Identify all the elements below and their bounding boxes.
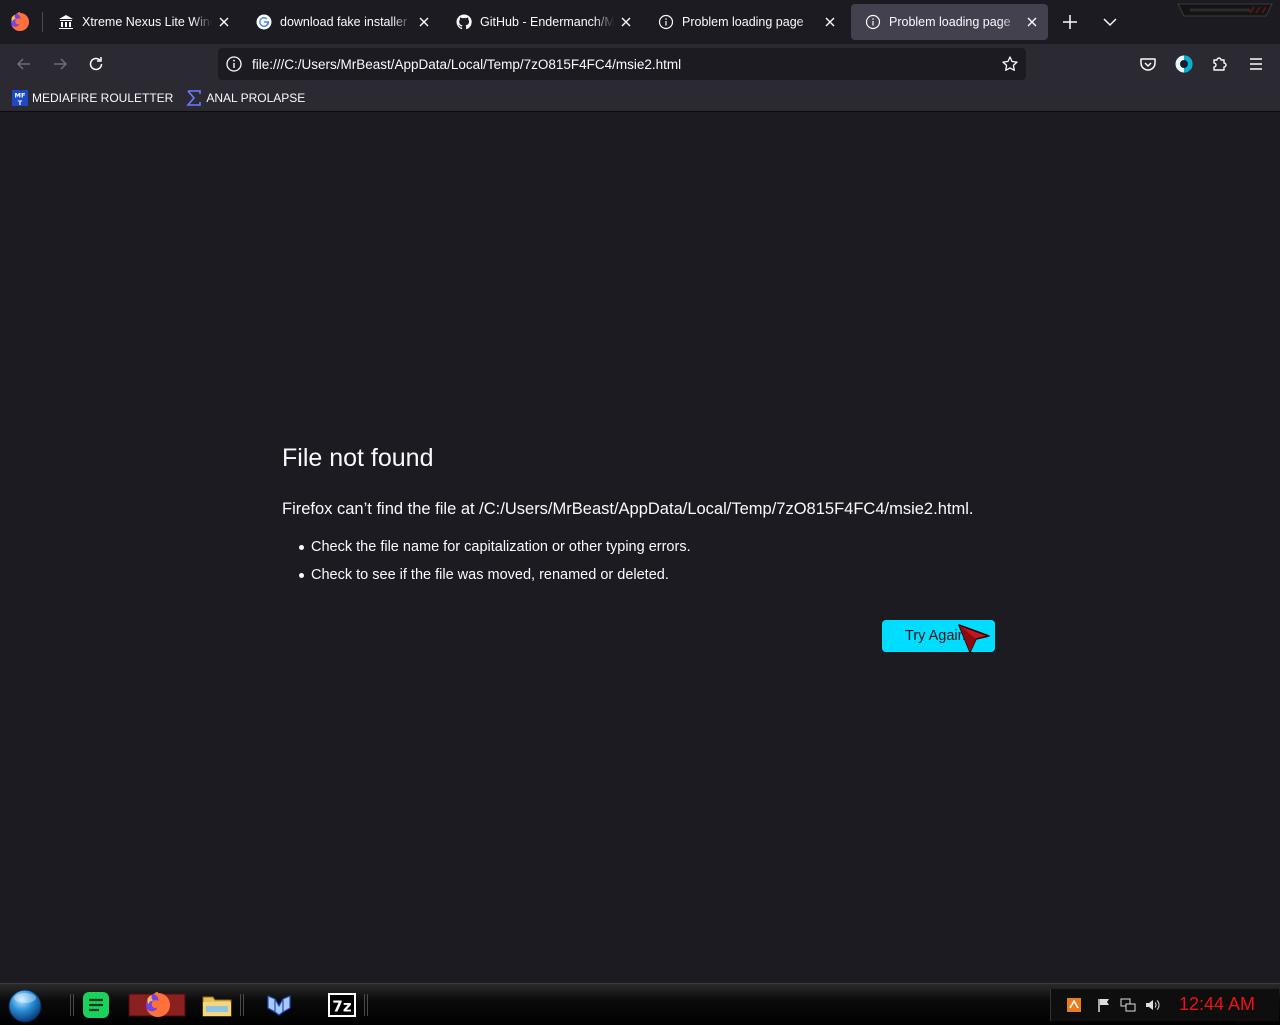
tab-xtreme-nexus[interactable]: Xtreme Nexus Lite Windows <box>44 4 240 40</box>
error-description: Firefox can’t find the file at /C:/Users… <box>282 500 974 518</box>
firefox-taskbar-button[interactable] <box>128 990 186 1020</box>
error-title: File not found <box>282 444 434 472</box>
network-icon[interactable] <box>1120 997 1136 1013</box>
hamburger-menu-icon[interactable] <box>1246 54 1266 74</box>
close-tab-icon[interactable] <box>822 14 838 30</box>
github-icon <box>456 14 472 30</box>
close-tab-icon[interactable] <box>416 14 432 30</box>
account-extension-icon[interactable] <box>1174 54 1194 74</box>
close-tab-icon[interactable] <box>618 14 634 30</box>
museum-icon <box>58 14 74 30</box>
reload-icon[interactable] <box>86 54 106 74</box>
bookmark-label: ANAL PROLAPSE <box>206 90 306 105</box>
tab-title: download fake installer - Google <box>280 15 412 29</box>
list-all-tabs-icon[interactable] <box>1100 12 1120 32</box>
site-info-icon[interactable] <box>225 55 243 73</box>
error-page: File not found Firefox can’t find the fi… <box>0 113 1280 983</box>
volume-icon[interactable] <box>1144 997 1160 1013</box>
bookmark-label: MEDIAFIRE ROULETTER <box>32 90 174 105</box>
tab-problem-loading-active[interactable]: Problem loading page <box>851 4 1048 40</box>
url-text[interactable]: file:///C:/Users/MrBeast/AppData/Local/T… <box>252 57 1001 72</box>
info-icon <box>658 14 674 30</box>
mouse-cursor-icon <box>957 622 991 654</box>
bookmark-anal-prolapse[interactable]: ANAL PROLAPSE <box>186 89 306 106</box>
info-icon <box>865 14 881 30</box>
suggestion-item: Check the file name for capitalization o… <box>282 537 691 565</box>
bookmarks-toolbar: MF T MEDIAFIRE ROULETTER ANAL PROLAPSE <box>0 84 1280 112</box>
action-center-flag-icon[interactable] <box>1096 997 1112 1013</box>
theme-decoration <box>1176 2 1274 18</box>
firefox-view-icon[interactable] <box>8 10 32 34</box>
sigma-icon <box>186 89 202 106</box>
clock[interactable]: 12:44 AM <box>1179 994 1255 1015</box>
bookmark-mediafire-rouletter[interactable]: MF T MEDIAFIRE ROULETTER <box>12 89 174 106</box>
forward-arrow-icon[interactable] <box>50 54 70 74</box>
new-tab-icon[interactable] <box>1060 12 1080 32</box>
pocket-icon[interactable] <box>1138 54 1158 74</box>
back-arrow-icon[interactable] <box>14 54 34 74</box>
tab-github[interactable]: GitHub - Endermanch/MalwareDatabase <box>442 4 642 40</box>
bookmark-star-icon[interactable] <box>1001 55 1019 73</box>
tab-title: GitHub - Endermanch/MalwareDatabase <box>480 15 614 29</box>
google-icon <box>256 14 272 30</box>
tray-app-icon[interactable] <box>1066 997 1082 1013</box>
tab-strip: Xtreme Nexus Lite Windows download fake … <box>0 0 1280 45</box>
7zip-icon[interactable]: 7z <box>327 990 357 1020</box>
svg-text:T: T <box>18 99 23 106</box>
7zip-label: 7z <box>332 998 351 1016</box>
extensions-puzzle-icon[interactable] <box>1210 54 1230 74</box>
tab-google-search[interactable]: download fake installer - Google <box>242 4 440 40</box>
system-tray: 12:44 AM <box>1050 989 1279 1021</box>
tab-title: Xtreme Nexus Lite Windows <box>82 15 212 29</box>
notes-app-icon[interactable] <box>81 990 111 1020</box>
tab-title: Problem loading page <box>889 15 1011 29</box>
mediafire-icon: MF T <box>12 89 28 106</box>
error-suggestions: Check the file name for capitalization o… <box>282 537 691 593</box>
start-orb-icon[interactable] <box>6 987 44 1023</box>
navigation-toolbar: file:///C:/Users/MrBeast/AppData/Local/T… <box>0 44 1280 84</box>
close-tab-icon[interactable] <box>216 14 232 30</box>
tab-title: Problem loading page <box>682 15 804 29</box>
file-explorer-icon[interactable] <box>200 990 234 1020</box>
close-tab-icon[interactable] <box>1024 14 1040 30</box>
taskbar: 7z 12:44 AM <box>0 983 1280 1025</box>
suggestion-item: Check to see if the file was moved, rena… <box>282 565 691 593</box>
malwarebytes-icon[interactable] <box>264 990 294 1020</box>
tab-problem-loading[interactable]: Problem loading page <box>644 4 846 40</box>
address-bar[interactable]: file:///C:/Users/MrBeast/AppData/Local/T… <box>218 48 1026 80</box>
